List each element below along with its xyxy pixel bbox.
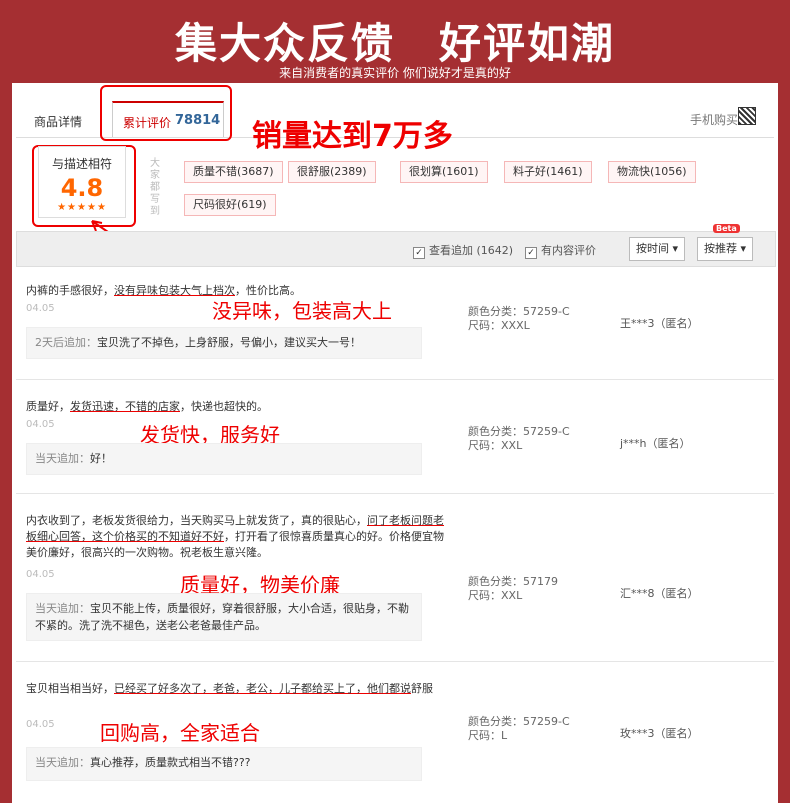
score-value: 4.8 [60, 174, 104, 202]
review-date: 04.05 [26, 569, 55, 580]
appended-review: 2天后追加：宝贝洗了不掉色，上身舒服，号偏小，建议买大一号！ [26, 327, 422, 359]
tags-vertical-label: 大家都写到 [150, 158, 160, 217]
tag-item[interactable]: 料子好(1461) [504, 161, 592, 183]
review-text: 质量好，发货迅速，不错的店家，快递也超快的。 [26, 400, 268, 413]
review-item: 宝贝相当相当好，已经买了好多次了，老爸，老公，儿子都给买上了，他们都说舒服 04… [16, 661, 774, 803]
tag-item[interactable]: 很舒服(2389) [288, 161, 376, 183]
review-annotation: 没异味，包装高大上 [212, 299, 392, 323]
score-box: 与描述相符 4.8 ★★★★★ [38, 146, 126, 218]
mobile-buy-link[interactable]: 手机购买 [690, 111, 738, 128]
review-date: 04.05 [26, 303, 55, 314]
sort-by-recommend-button[interactable]: 按推荐 ▾ [697, 237, 754, 261]
reviews-tab-highlight [100, 85, 232, 141]
review-sku: 颜色分类：57259-C 尺码：XXXL [468, 305, 570, 332]
page-title: 集大众反馈 好评如潮 [174, 19, 615, 68]
review-item: 质量好，发货迅速，不错的店家，快递也超快的。 04.05 发货快，服务好 当天追… [16, 379, 774, 494]
appended-review: 当天追加：真心推荐，质量款式相当不错??? [26, 747, 422, 781]
tag-item[interactable]: 很划算(1601) [400, 161, 488, 183]
beta-badge: Beta [713, 224, 740, 233]
review-annotation: 回购高，全家适合 [100, 721, 260, 745]
filter-toolbar: ✓ 查看追加 (1642) ✓ 有内容评价 按时间 ▾ 按推荐 ▾ Beta [16, 224, 776, 267]
review-sku: 颜色分类：57259-C 尺码：XXL [468, 425, 570, 452]
tab-product-detail[interactable]: 商品详情 [34, 113, 82, 130]
sales-annotation: 销量达到7万多 [252, 119, 453, 154]
reviews-panel: 商品详情 累计评价 78814 手机购买 销量达到7万多 与描述相符 4.8 ★… [12, 83, 778, 803]
review-sku: 颜色分类：57179 尺码：XXL [468, 575, 558, 602]
review-item: 内衣收到了，老板发货很给力，当天购买马上就发货了，真的很贴心，问了老板问题老板细… [16, 493, 774, 662]
appended-review: 当天追加：好！ [26, 443, 422, 475]
sort-by-time-button[interactable]: 按时间 ▾ [629, 237, 686, 261]
tag-item[interactable]: 质量不错(3687) [184, 161, 283, 183]
review-text: 内衣收到了，老板发货很给力，当天购买马上就发货了，真的很贴心，问了老板问题老板细… [26, 514, 444, 559]
review-user: 汇***8（匿名） [620, 587, 699, 600]
review-user: 王***3（匿名） [620, 317, 699, 330]
score-label: 与描述相符 [51, 157, 112, 171]
review-text: 宝贝相当相当好，已经买了好多次了，老爸，老公，儿子都给买上了，他们都说舒服 [26, 682, 433, 695]
review-date: 04.05 [26, 719, 55, 730]
page-subtitle: 来自消费者的真实评价 你们说好才是真的好 [279, 66, 511, 80]
review-user: 玫***3（匿名） [620, 727, 699, 740]
review-item: 内裤的手感很好，没有异味包装大气上档次，性价比高。 04.05 没异味，包装高大… [16, 269, 774, 380]
has-content-checkbox[interactable]: ✓ 有内容评价 [525, 242, 596, 259]
show-appended-checkbox[interactable]: ✓ 查看追加 (1642) [413, 242, 513, 259]
tag-item[interactable]: 物流快(1056) [608, 161, 696, 183]
appended-review: 当天追加：宝贝不能上传，质量很好，穿着很舒服，大小合适，很贴身，不勒不紧的。洗了… [26, 593, 422, 641]
qr-code-icon[interactable] [738, 107, 756, 125]
review-date: 04.05 [26, 419, 55, 430]
review-user: j***h（匿名） [620, 437, 691, 450]
tag-item[interactable]: 尺码很好(619) [184, 194, 276, 216]
review-sku: 颜色分类：57259-C 尺码：L [468, 715, 570, 742]
star-icon: ★★★★★ [57, 202, 107, 213]
